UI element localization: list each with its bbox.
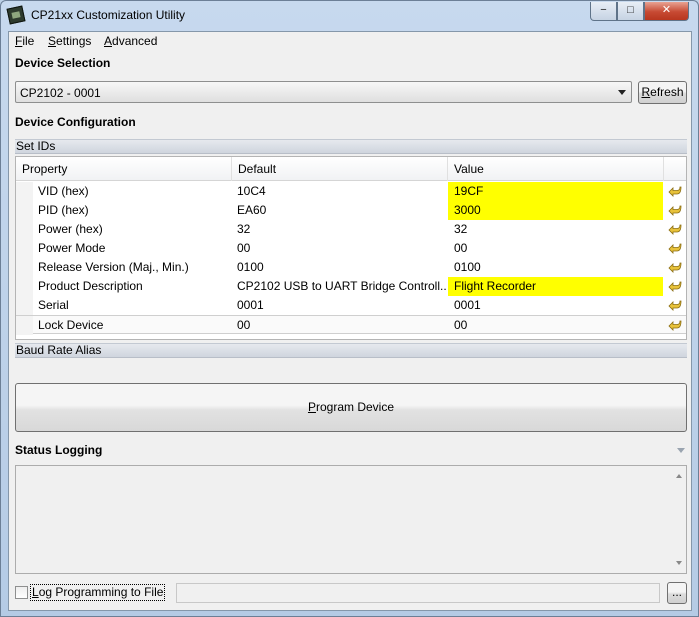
property-cell: Product Description <box>38 279 143 293</box>
menu-settings[interactable]: Settings <box>48 34 91 48</box>
table-row[interactable]: VID (hex) 10C4 19CF <box>16 182 686 201</box>
table-row[interactable]: Lock Device 00 00 <box>16 315 686 335</box>
table-row[interactable]: PID (hex) EA60 3000 <box>16 201 686 220</box>
menu-settings-accel: S <box>48 34 57 48</box>
property-cell: Release Version (Maj., Min.) <box>38 260 189 274</box>
close-button[interactable]: ✕ <box>644 2 689 21</box>
log-file-path-input[interactable] <box>176 583 660 603</box>
refresh-accel: R <box>641 85 651 99</box>
menu-file-label: ile <box>22 34 35 48</box>
value-cell[interactable]: 0100 <box>448 258 663 277</box>
property-cell: Power Mode <box>38 241 106 255</box>
app-window: CP21xx Customization Utility − □ ✕ File … <box>0 0 699 617</box>
value-cell[interactable]: 0001 <box>448 296 663 315</box>
default-cell: 10C4 <box>237 184 266 198</box>
program-accel: P <box>307 400 316 414</box>
selected-device: CP2102 - 0001 <box>20 86 101 100</box>
row-gutter <box>16 239 33 258</box>
default-cell: EA60 <box>237 203 267 217</box>
menu-advanced-label: dvanced <box>112 34 158 48</box>
reset-arrow-icon[interactable] <box>668 241 682 255</box>
value-cell[interactable]: Flight Recorder <box>448 277 663 296</box>
reset-arrow-icon[interactable] <box>668 298 682 312</box>
log-to-file-checkbox[interactable] <box>15 586 28 599</box>
reset-arrow-icon[interactable] <box>668 203 682 217</box>
property-cell: Power (hex) <box>38 222 103 236</box>
maximize-button[interactable]: □ <box>617 2 644 21</box>
set-ids-band[interactable]: Set IDs <box>15 139 687 154</box>
table-row[interactable]: Release Version (Maj., Min.) 0100 0100 <box>16 258 686 277</box>
default-cell: 32 <box>237 222 251 236</box>
grid-header: Property Default Value <box>16 157 686 181</box>
reset-arrow-icon[interactable] <box>668 318 682 332</box>
status-log-area[interactable] <box>15 465 687 574</box>
value-cell[interactable]: 00 <box>448 239 663 258</box>
row-gutter <box>16 201 33 220</box>
program-device-button[interactable]: Program Device <box>15 383 687 432</box>
refresh-label: efresh <box>650 85 684 99</box>
default-cell: 00 <box>237 241 251 255</box>
menu-advanced-accel: A <box>104 34 113 48</box>
default-cell: 00 <box>237 318 251 332</box>
menu-advanced[interactable]: Advanced <box>104 34 157 48</box>
value-cell[interactable]: 3000 <box>448 201 663 220</box>
row-gutter <box>16 296 33 315</box>
refresh-button[interactable]: Refresh <box>638 81 687 104</box>
property-cell: Lock Device <box>38 318 104 332</box>
row-gutter <box>16 277 33 296</box>
device-selection-heading: Device Selection <box>15 56 111 70</box>
default-cell: 0001 <box>237 298 264 312</box>
log-label-text: og Programming to File <box>38 585 164 599</box>
row-gutter <box>16 316 33 335</box>
log-label-accel: L <box>32 585 39 599</box>
chevron-down-icon <box>618 90 626 95</box>
column-property[interactable]: Property <box>16 157 232 181</box>
browse-button[interactable]: ... <box>667 582 687 604</box>
chip-icon <box>6 5 26 25</box>
window-title: CP21xx Customization Utility <box>31 8 186 22</box>
baud-rate-alias-band[interactable]: Baud Rate Alias <box>15 343 687 358</box>
row-gutter <box>16 182 33 201</box>
scroll-down-icon[interactable] <box>676 561 682 565</box>
reset-arrow-icon[interactable] <box>668 260 682 274</box>
reset-arrow-icon[interactable] <box>668 184 682 198</box>
default-cell: 0100 <box>237 260 264 274</box>
value-cell[interactable]: 19CF <box>448 182 663 201</box>
reset-arrow-icon[interactable] <box>668 222 682 236</box>
scroll-up-icon[interactable] <box>676 474 682 478</box>
column-default[interactable]: Default <box>232 157 448 181</box>
table-row[interactable]: Power (hex) 32 32 <box>16 220 686 239</box>
collapse-arrow-icon[interactable] <box>677 448 685 453</box>
row-gutter <box>16 220 33 239</box>
log-to-file-label[interactable]: Log Programming to File <box>30 584 166 601</box>
menu-bar: File Settings Advanced <box>9 32 691 51</box>
value-cell[interactable]: 00 <box>448 316 663 335</box>
table-row[interactable]: Product Description CP2102 USB to UART Br… <box>16 277 686 296</box>
property-cell: Serial <box>38 298 69 312</box>
table-row[interactable]: Serial 0001 0001 <box>16 296 686 315</box>
minimize-button[interactable]: − <box>590 2 617 21</box>
table-row[interactable]: Power Mode 00 00 <box>16 239 686 258</box>
device-dropdown[interactable]: CP2102 - 0001 <box>15 81 632 103</box>
default-cell: CP2102 USB to UART Bridge Controll... <box>237 279 447 293</box>
device-configuration-heading: Device Configuration <box>15 115 136 129</box>
property-grid: Property Default Value VID (hex) 10C4 19CF… <box>15 156 687 340</box>
value-cell[interactable]: 32 <box>448 220 663 239</box>
client-area: File Settings Advanced Device Selection … <box>8 31 692 611</box>
menu-settings-label: ettings <box>56 34 92 48</box>
property-cell: VID (hex) <box>38 184 89 198</box>
column-value[interactable]: Value <box>448 157 664 181</box>
status-logging-heading: Status Logging <box>15 443 103 457</box>
property-cell: PID (hex) <box>38 203 89 217</box>
row-gutter <box>16 258 33 277</box>
title-bar[interactable]: CP21xx Customization Utility − □ ✕ <box>1 1 698 31</box>
menu-file[interactable]: File <box>15 34 34 48</box>
program-label: rogram Device <box>315 400 395 414</box>
reset-arrow-icon[interactable] <box>668 279 682 293</box>
